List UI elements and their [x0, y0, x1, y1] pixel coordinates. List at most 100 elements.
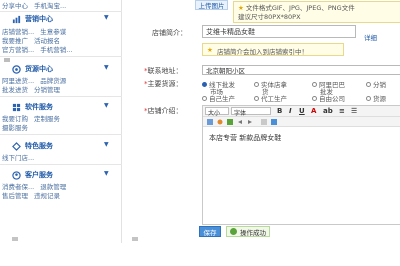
sidebar-row: 店铺营销... 生意参谋: [2, 26, 72, 36]
divider: [0, 164, 122, 165]
upload-tip-line1: 文件格式GIF、JPG、JPEG、PNG文件: [245, 4, 355, 12]
radio-dot: [312, 95, 317, 101]
sidebar-row: 消费者保... 退款管理: [2, 181, 72, 191]
sidebar-row: 我要订购 定制服务: [2, 113, 66, 123]
upload-tip: ★ 文件格式GIF、JPG、JPEG、PNG文件 建议尺寸80PX*80PX: [233, 1, 400, 23]
decorative-dot: [4, 58, 10, 62]
source-radio[interactable]: 货源: [366, 93, 386, 103]
gift-icon: [12, 141, 21, 151]
success-icon: [230, 228, 237, 235]
sidebar-link[interactable]: 批发进货: [2, 86, 28, 94]
radio-dot: [254, 81, 259, 87]
divider: [0, 56, 122, 57]
tip-star-icon: ★: [238, 4, 244, 12]
sidebar-link[interactable]: 摄影服务: [2, 124, 28, 132]
goods-icon: [12, 64, 21, 74]
highlight-button[interactable]: ab: [323, 107, 333, 115]
italic-button[interactable]: I: [289, 107, 292, 115]
detail-link[interactable]: 详细: [364, 32, 377, 42]
font-family-select[interactable]: 字体: [231, 107, 271, 117]
source-radio[interactable]: 实体店拿: [254, 79, 287, 89]
chevron-down-icon[interactable]: ▼: [104, 170, 109, 177]
link-icon[interactable]: [217, 119, 223, 125]
sidebar-link[interactable]: 分享中心: [2, 2, 28, 10]
align-button[interactable]: ≡: [339, 107, 345, 115]
software-icon: [12, 103, 21, 111]
sidebar-group-title: 客户服务: [25, 171, 53, 179]
sidebar-group-software[interactable]: 软件服务 ▼: [12, 102, 109, 112]
divider: [0, 134, 122, 135]
radio-dot: [202, 95, 207, 101]
font-size-select[interactable]: 大小: [205, 107, 229, 117]
sidebar-link[interactable]: 线下门店...: [2, 154, 34, 162]
chevron-down-icon[interactable]: ▼: [104, 64, 109, 71]
sidebar: 分享中心 手机淘宝... 营销中心 ▼ 店铺营销... 生意参谋 我要推广 活动报名 …: [0, 0, 122, 243]
marketing-icon: [12, 15, 21, 23]
sidebar-link[interactable]: 手机营销...: [40, 46, 72, 54]
upload-image-button[interactable]: 上传图片: [195, 0, 228, 10]
source-radio[interactable]: 代工生产: [254, 93, 287, 103]
shop-intro-hint-text: 店铺简介会加入到店铺索引中！: [217, 48, 308, 56]
chevron-down-icon[interactable]: ▼: [104, 102, 109, 109]
chevron-down-icon[interactable]: ▼: [104, 14, 109, 21]
preview-icon[interactable]: [271, 119, 277, 125]
sidebar-link[interactable]: 定制服务: [34, 115, 60, 123]
sidebar-group-customer[interactable]: 客户服务 ▼: [12, 170, 109, 180]
shop-intro-label: 店铺简介：: [152, 29, 187, 37]
underline-button[interactable]: U: [299, 107, 305, 115]
editor-content[interactable]: 本店专营 新款品牌女鞋: [209, 133, 281, 143]
sidebar-group-marketing[interactable]: 营销中心 ▼: [12, 14, 109, 24]
source-option: 代工生产: [261, 95, 287, 103]
shop-settings-form: 上传图片 ★ 文件格式GIF、JPG、JPEG、PNG文件 建议尺寸80PX*80…: [130, 0, 400, 266]
sidebar-link[interactable]: 违规记录: [34, 192, 60, 200]
editor-toolbar: 大小 字体 B I U A ab ≡ ☰: [203, 106, 400, 117]
radio-dot: [254, 95, 259, 101]
hint-star-icon: ★: [207, 46, 213, 54]
font-color-button[interactable]: A: [311, 107, 316, 115]
decorative-dot: [132, 237, 138, 241]
table-icon[interactable]: [227, 119, 233, 125]
source-code-icon[interactable]: [261, 119, 267, 125]
sidebar-group-title: 特色服务: [25, 142, 53, 150]
sidebar-row: 阿里进货... 品牌货源: [2, 75, 72, 85]
sidebar-link[interactable]: 售后管理: [2, 192, 28, 200]
source-option: 货源: [373, 95, 386, 103]
sidebar-group-title: 货源中心: [25, 65, 53, 73]
decorative-dot: [12, 237, 18, 241]
sidebar-group-title: 软件服务: [25, 103, 53, 111]
list-button[interactable]: ☰: [351, 107, 357, 115]
redo-icon[interactable]: [247, 119, 253, 125]
source-radio[interactable]: 分销: [366, 79, 386, 89]
editor-toolbar-row2: [203, 117, 400, 127]
bold-button[interactable]: B: [277, 107, 282, 115]
divider: [0, 96, 122, 97]
sidebar-link[interactable]: 手机淘宝...: [34, 2, 66, 10]
source-radio[interactable]: 自己生产: [202, 93, 235, 103]
shop-intro-input[interactable]: [202, 25, 356, 38]
source-option: 自由公司: [319, 95, 345, 103]
address-input[interactable]: [202, 65, 400, 75]
success-message: 操作成功: [226, 226, 270, 237]
sidebar-row: 官方营销... 手机营销...: [2, 44, 78, 54]
address-label: *联系地址：: [144, 67, 183, 75]
customer-service-icon: [12, 170, 21, 180]
radio-dot: [366, 81, 371, 87]
sidebar-group-goods[interactable]: 货源中心 ▼: [12, 64, 109, 74]
save-button[interactable]: 保存: [199, 226, 221, 237]
radio-dot: [312, 81, 317, 87]
sidebar-top-line: 分享中心 手机淘宝...: [2, 0, 72, 10]
undo-icon[interactable]: [237, 119, 243, 125]
upload-tip-line2: 建议尺寸80PX*80PX: [238, 13, 301, 21]
address-label-text: 联系地址：: [147, 67, 183, 75]
sidebar-group-special[interactable]: 特色服务 ▼: [12, 141, 109, 151]
sidebar-row: 我要推广 活动报名: [2, 35, 66, 45]
divider: [0, 11, 122, 12]
sidebar-link[interactable]: 官方营销...: [2, 46, 34, 54]
source-label: *主要货源：: [144, 80, 183, 88]
image-icon[interactable]: [207, 119, 213, 125]
chevron-down-icon[interactable]: ▼: [104, 141, 109, 148]
source-radio[interactable]: 自由公司: [312, 93, 345, 103]
page: 分享中心 手机淘宝... 营销中心 ▼ 店铺营销... 生意参谋 我要推广 活动报名 …: [0, 0, 400, 266]
sidebar-link[interactable]: 分销管理: [34, 86, 60, 94]
sidebar-row: 摄影服务: [2, 122, 34, 132]
